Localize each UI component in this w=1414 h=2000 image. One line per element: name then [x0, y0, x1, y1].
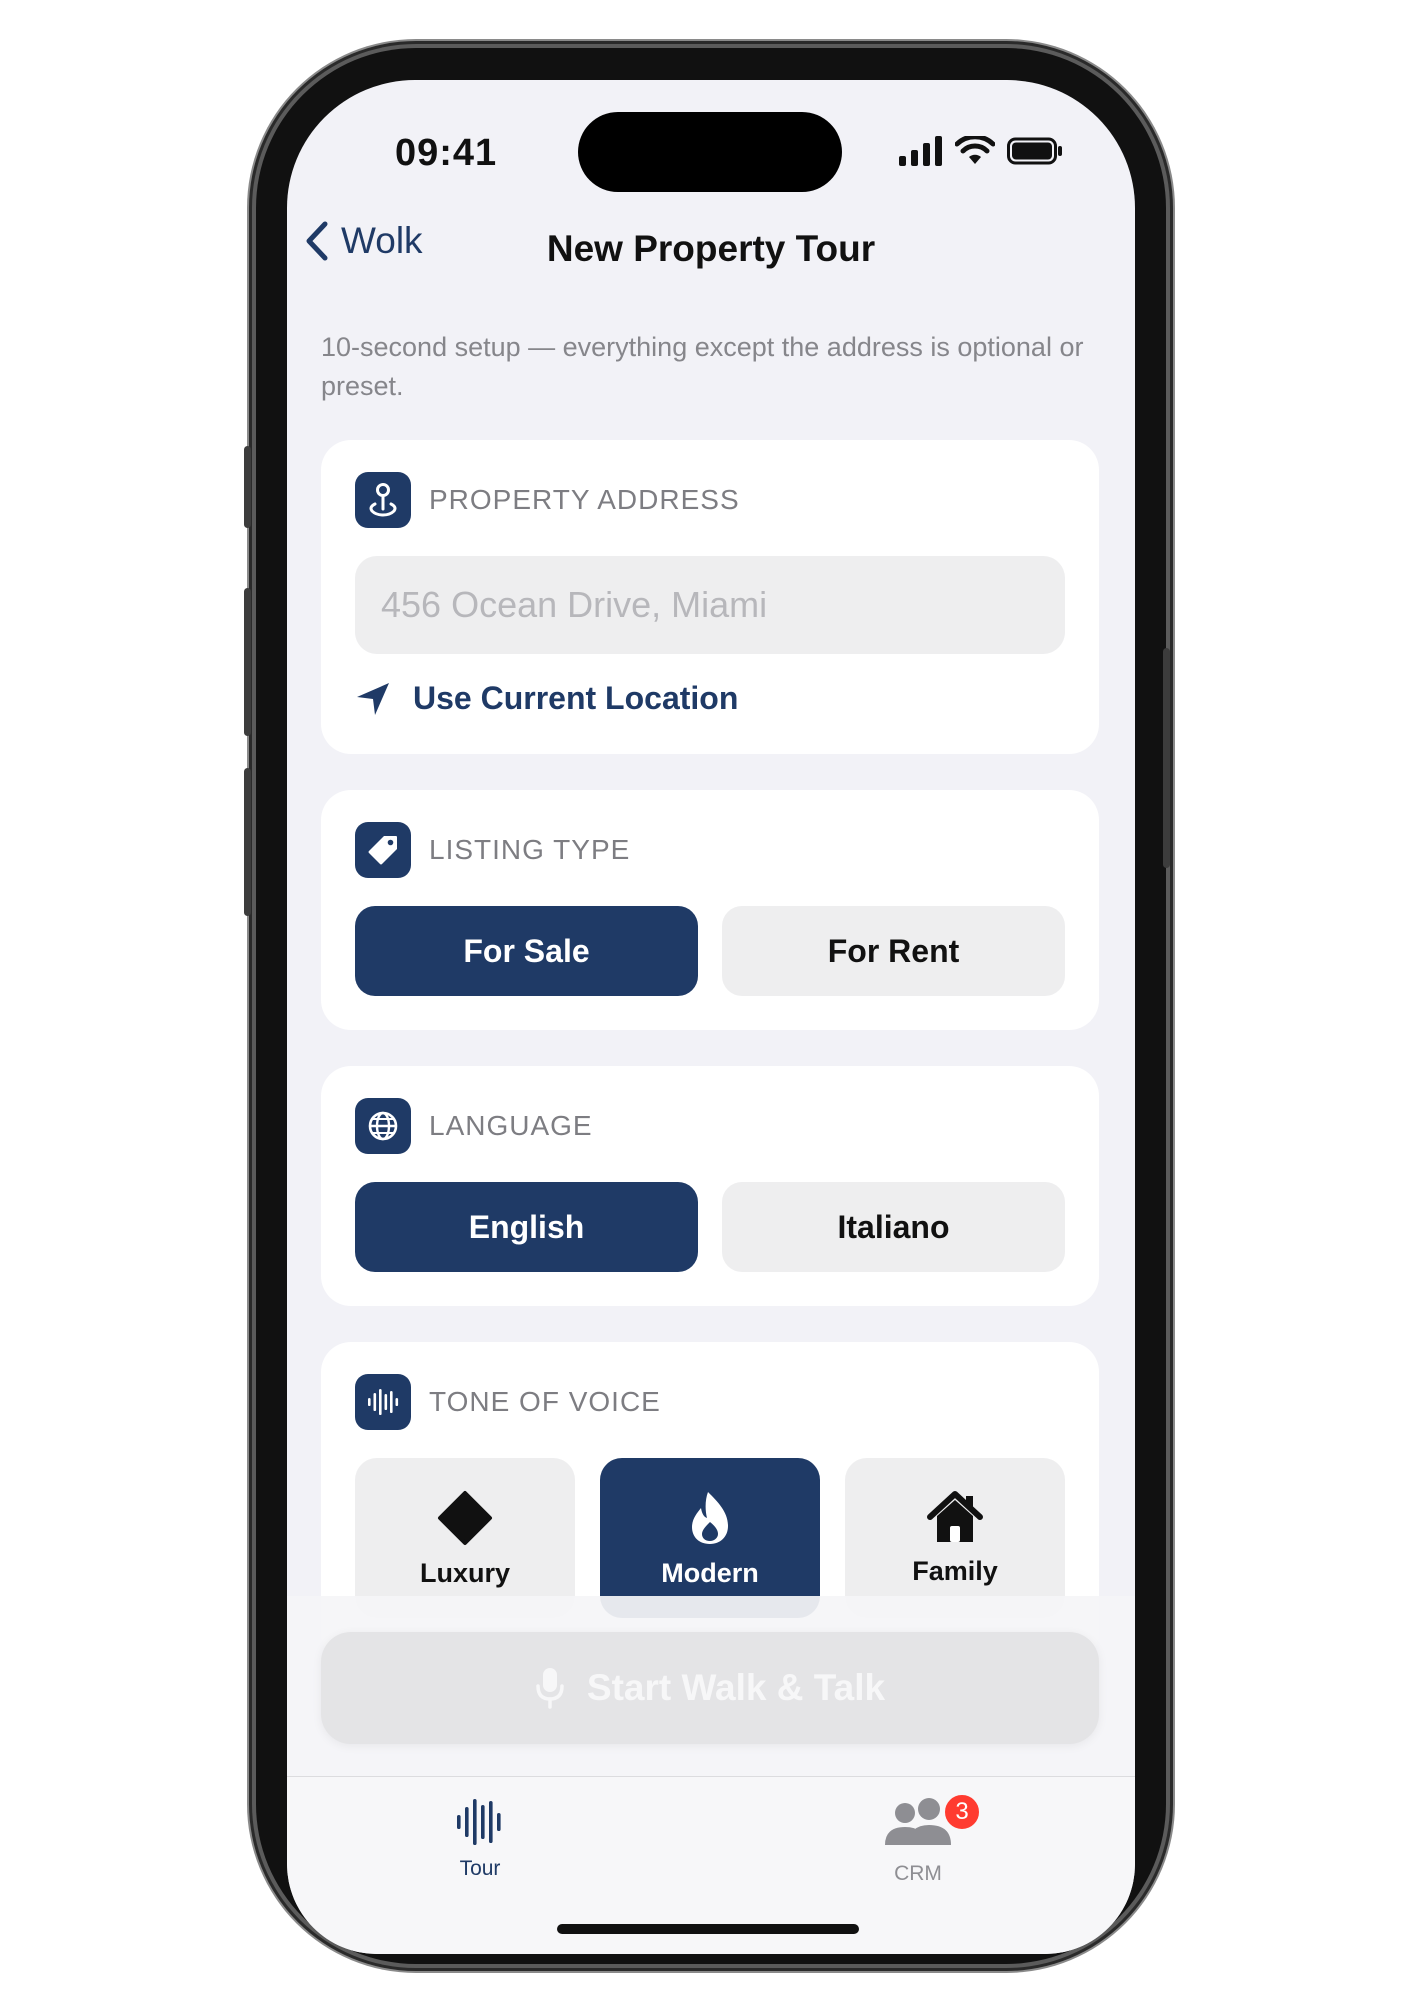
- tone-card-header: TONE OF VOICE: [355, 1374, 661, 1430]
- listing-type-title: LISTING TYPE: [429, 834, 631, 865]
- address-card-header: PROPERTY ADDRESS: [355, 472, 740, 528]
- tone-option-modern[interactable]: Modern: [600, 1458, 820, 1618]
- dynamic-island: [578, 112, 842, 192]
- start-walk-talk-button[interactable]: Start Walk & Talk: [321, 1632, 1099, 1744]
- for-sale-option[interactable]: For Sale: [355, 906, 698, 996]
- address-card-title: PROPERTY ADDRESS: [429, 484, 740, 515]
- tone-label-modern: Modern: [661, 1558, 759, 1588]
- listing-type-card: LISTING TYPE For Sale For Rent: [321, 790, 1099, 1030]
- status-icons: [899, 136, 1063, 166]
- use-current-location-label: Use Current Location: [413, 680, 739, 716]
- crm-icon-wrap: 3: [883, 1793, 981, 1854]
- tag-icon: [355, 822, 411, 878]
- volume-down-button: [244, 768, 251, 916]
- tone-title: TONE OF VOICE: [429, 1386, 661, 1417]
- address-card: PROPERTY ADDRESS Use Current Location: [321, 440, 1099, 754]
- tab-label-tour: Tour: [459, 1857, 501, 1880]
- waveform-icon: [457, 1799, 501, 1845]
- language-title: LANGUAGE: [429, 1110, 593, 1141]
- tone-label-family: Family: [912, 1556, 998, 1586]
- tab-label-crm: CRM: [894, 1862, 942, 1885]
- italiano-option[interactable]: Italiano: [722, 1182, 1065, 1272]
- home-indicator: [557, 1924, 859, 1934]
- language-card: LANGUAGE English Italiano: [321, 1066, 1099, 1306]
- tone-option-family[interactable]: Family: [845, 1458, 1065, 1618]
- status-time: 09:41: [395, 132, 498, 174]
- flame-icon: [692, 1492, 728, 1544]
- tone-label-luxury: Luxury: [419, 1558, 511, 1588]
- cellular-signal-icon: [899, 136, 942, 166]
- battery-icon: [1007, 137, 1062, 165]
- volume-up-button: [244, 588, 251, 736]
- location-arrow-icon: [357, 682, 389, 715]
- action-button: [244, 446, 251, 528]
- diamond-icon: [438, 1491, 492, 1545]
- setup-hint: 10-second setup — everything except the …: [321, 332, 1084, 401]
- language-card-header: LANGUAGE: [355, 1098, 593, 1154]
- tab-tour[interactable]: Tour: [455, 1795, 505, 1881]
- power-button: [1163, 648, 1170, 868]
- globe-icon: [355, 1098, 411, 1154]
- house-icon: [927, 1491, 983, 1542]
- listing-type-card-header: LISTING TYPE: [355, 822, 630, 878]
- use-current-location-button[interactable]: Use Current Location: [355, 680, 738, 717]
- tab-crm[interactable]: 3 CRM: [883, 1793, 981, 1886]
- app-screen: 09:41 Wolk New Property Tour 10-second s…: [287, 80, 1135, 1954]
- for-rent-option[interactable]: For Rent: [722, 906, 1065, 996]
- page-title: New Property Tour: [546, 228, 876, 269]
- waveform-icon: [355, 1374, 411, 1430]
- english-option[interactable]: English: [355, 1182, 698, 1272]
- tone-option-luxury[interactable]: Luxury: [355, 1458, 575, 1618]
- map-pin-icon: [355, 472, 411, 528]
- people-icon: [885, 1798, 951, 1845]
- microphone-icon: [536, 1668, 564, 1709]
- wifi-icon: [955, 136, 995, 164]
- crm-badge: 3: [943, 1793, 981, 1831]
- address-input[interactable]: [355, 556, 1065, 654]
- start-walk-talk-label: Start Walk & Talk: [586, 1667, 886, 1708]
